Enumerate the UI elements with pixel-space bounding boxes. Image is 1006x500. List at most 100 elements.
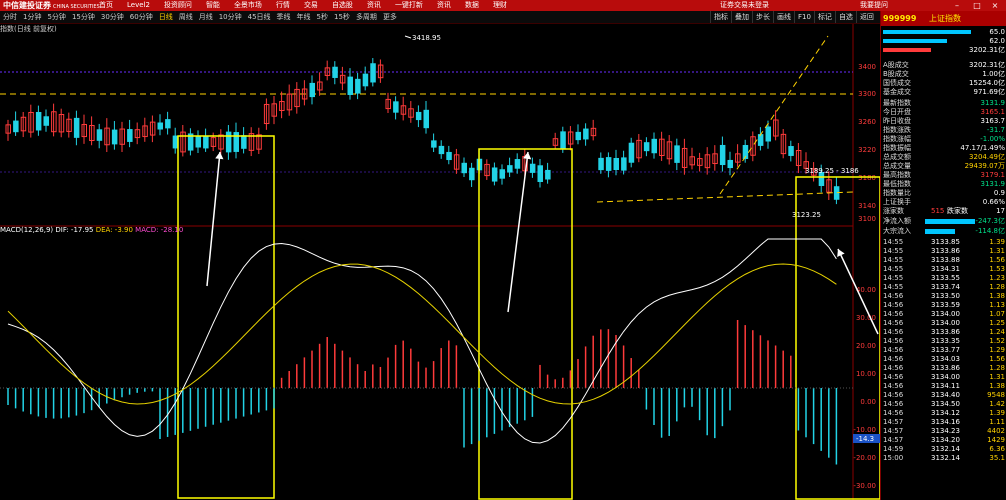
high-pointer xyxy=(404,35,412,39)
tool-tab-6[interactable]: 自选 xyxy=(834,11,856,23)
tick-row: 14:55 3133.55 1.23 xyxy=(881,274,1006,283)
tick-time: 14:57 xyxy=(883,418,904,426)
menu-item-1[interactable]: Level2 xyxy=(120,0,157,11)
menu-item-4[interactable]: 全景市场 xyxy=(227,0,269,11)
tick-volume: 1429 xyxy=(987,436,1005,444)
tick-time: 14:55 xyxy=(883,238,904,246)
tick-volume: 1.25 xyxy=(989,319,1005,327)
tool-tab-0[interactable]: 指标 xyxy=(710,11,731,23)
menu-item-10[interactable]: 资讯 xyxy=(430,0,458,11)
tick-volume: 1.56 xyxy=(989,256,1005,264)
period-13[interactable]: 5秒 xyxy=(314,11,331,23)
period-10[interactable]: 45日线 xyxy=(245,11,274,23)
candle-body xyxy=(446,151,452,161)
highlight-box-1 xyxy=(177,135,275,499)
period-8[interactable]: 月线 xyxy=(196,11,216,23)
quote-row: 指数涨跌 -31.7 xyxy=(881,126,1006,135)
tick-time: 14:56 xyxy=(883,355,904,363)
menu-item-9[interactable]: 一键打新 xyxy=(388,0,430,11)
tick-row: 14:56 3133.59 1.13 xyxy=(881,301,1006,310)
tick-time: 14:57 xyxy=(883,427,904,435)
tool-tab-3[interactable]: 画线 xyxy=(773,11,794,23)
period-11[interactable]: 季线 xyxy=(274,11,294,23)
price-tick: 3180 xyxy=(858,174,876,182)
brand-logo: 中信建投证券 CHINA SECURITIES xyxy=(3,0,100,11)
tick-volume: 1.53 xyxy=(989,265,1005,273)
period-14[interactable]: 15秒 xyxy=(331,11,353,23)
macd-dif: DIF: -17.95 xyxy=(55,226,94,234)
flow-value: -247.3亿 xyxy=(975,217,1005,225)
quote-label: 指数振幅 xyxy=(883,144,911,152)
quote-row: 今日开盘 3165.1 xyxy=(881,108,1006,117)
quote-value: 0.66% xyxy=(982,198,1005,206)
kline-chart[interactable]: 340033003260322031803140310040.0030.0020… xyxy=(0,24,880,500)
panel-header: 999999 上证指数 xyxy=(881,11,1006,26)
period-7[interactable]: 周线 xyxy=(176,11,196,23)
menu-item-3[interactable]: 智能 xyxy=(199,0,227,11)
tick-time: 14:55 xyxy=(883,283,904,291)
macd-tick: 20.00 xyxy=(856,342,876,350)
quote-label: 总成交额 xyxy=(883,153,911,161)
period-15[interactable]: 多周期 xyxy=(353,11,380,23)
period-3[interactable]: 15分钟 xyxy=(69,11,98,23)
period-6[interactable]: 日线 xyxy=(156,11,176,23)
price-tick: 3100 xyxy=(858,215,876,223)
menu-item-11[interactable]: 数据 xyxy=(458,0,486,11)
ask-question-link[interactable]: 我要提问 xyxy=(860,0,888,11)
tick-price: 3134.50 xyxy=(931,400,960,408)
candle-body xyxy=(757,134,764,146)
period-0[interactable]: 分时 xyxy=(0,11,20,23)
period-2[interactable]: 5分钟 xyxy=(44,11,68,23)
tick-volume: 1.39 xyxy=(989,409,1005,417)
flow-value: -114.8亿 xyxy=(975,227,1005,235)
candle-body xyxy=(613,157,619,171)
minimize-icon[interactable]: – xyxy=(950,0,964,11)
tick-row: 14:59 3132.14 6.36 xyxy=(881,445,1006,454)
period-5[interactable]: 60分钟 xyxy=(127,11,156,23)
period-16[interactable]: 更多 xyxy=(380,11,400,23)
tick-volume: 1.52 xyxy=(989,337,1005,345)
tick-time: 14:56 xyxy=(883,292,904,300)
macd-current: -14.3 xyxy=(856,435,874,443)
price-tick: 3140 xyxy=(858,202,876,210)
period-1[interactable]: 1分钟 xyxy=(20,11,44,23)
tick-row: 14:57 3134.23 4402 xyxy=(881,427,1006,436)
menu-item-7[interactable]: 自选股 xyxy=(325,0,360,11)
tool-tab-7[interactable]: 返回 xyxy=(855,11,877,23)
login-status[interactable]: 证券交易未登录 xyxy=(720,0,769,11)
tool-tab-1[interactable]: 叠加 xyxy=(731,11,752,23)
period-9[interactable]: 10分钟 xyxy=(216,11,245,23)
menu-item-8[interactable]: 资讯 xyxy=(360,0,388,11)
tick-price: 3134.00 xyxy=(931,310,960,318)
tick-price: 3133.77 xyxy=(931,346,960,354)
close-icon[interactable]: × xyxy=(988,0,1002,11)
tool-tab-5[interactable]: 标记 xyxy=(813,11,835,23)
menu-item-2[interactable]: 投资顾问 xyxy=(157,0,199,11)
price-tick: 3300 xyxy=(858,90,876,98)
tick-volume: 1.28 xyxy=(989,364,1005,372)
tool-tab-2[interactable]: 步长 xyxy=(752,11,773,23)
tick-volume: 1.29 xyxy=(989,346,1005,354)
tick-row: 14:55 3133.74 1.28 xyxy=(881,283,1006,292)
panel-bar-fill xyxy=(883,39,947,43)
candle-body xyxy=(499,169,505,179)
period-4[interactable]: 30分钟 xyxy=(98,11,127,23)
tick-volume: 1.24 xyxy=(989,328,1005,336)
menu-item-6[interactable]: 交易 xyxy=(297,0,325,11)
maximize-icon[interactable]: □ xyxy=(970,0,984,11)
menu-item-12[interactable]: 理财 xyxy=(486,0,514,11)
tick-time: 14:55 xyxy=(883,247,904,255)
tick-volume: 35.1 xyxy=(989,454,1005,462)
candle-body xyxy=(507,165,513,173)
index-name: 上证指数 xyxy=(929,14,961,23)
candle-body xyxy=(203,135,209,149)
period-12[interactable]: 年线 xyxy=(294,11,314,23)
tool-tab-4[interactable]: F10 xyxy=(794,11,814,23)
menu-item-0[interactable]: 首页 xyxy=(92,0,120,11)
menu-item-5[interactable]: 行情 xyxy=(269,0,297,11)
candle-body xyxy=(13,120,19,133)
tick-price: 3134.11 xyxy=(931,382,960,390)
candle-body xyxy=(545,169,551,180)
tick-row: 14:56 3134.12 1.39 xyxy=(881,409,1006,418)
tick-time: 15:00 xyxy=(883,454,904,462)
